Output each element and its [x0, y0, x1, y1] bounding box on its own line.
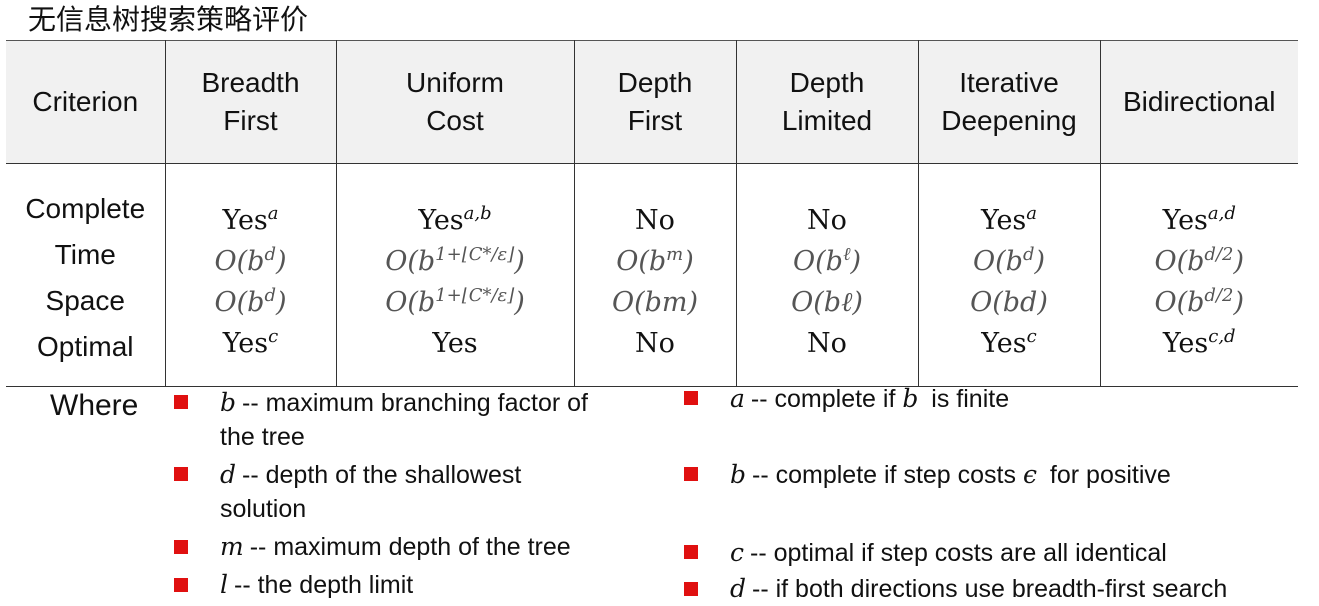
value-complete: Yesa,b	[418, 203, 492, 237]
bullet-icon	[684, 391, 698, 405]
header-iterative-deepening: Iterative Deepening	[917, 40, 1101, 164]
header-bidirectional: Bidirectional	[1099, 40, 1298, 164]
page-title: 无信息树搜索策略评价	[28, 3, 309, 36]
table-body-row: Complete Time Space Optimal Yesa O(bd) O(b…	[6, 163, 1298, 387]
bullet-icon	[174, 540, 188, 554]
header-breadth-first: Breadth First	[164, 40, 337, 164]
value-space: O(bd/2)	[1154, 285, 1245, 319]
value-space: O(bm)	[611, 287, 699, 318]
bullet-icon	[684, 582, 698, 596]
search-strategy-comparison-table: Criterion Breadth First Uniform Cost Depth…	[6, 40, 1298, 387]
values-iterative-deepening: Yesa O(bd) O(bd) Yesc	[917, 163, 1101, 387]
value-optimal: No	[807, 328, 847, 359]
value-optimal: Yesc	[981, 326, 1037, 360]
note-m: m -- maximum depth of the tree	[220, 532, 571, 561]
value-time: O(b1+⌊C*/ε⌋)	[385, 244, 525, 278]
note-b-right: b -- complete if step costs ϵ for positiv…	[730, 460, 1171, 489]
header-uniform-cost: Uniform Cost	[335, 40, 575, 164]
value-complete: No	[807, 205, 847, 236]
value-complete: Yesa	[980, 203, 1038, 237]
value-space: O(bd)	[970, 287, 1048, 318]
value-space: O(bℓ)	[791, 287, 863, 318]
bullet-icon	[684, 545, 698, 559]
note-d-right: d -- if both directions use breadth-first…	[730, 574, 1228, 603]
value-optimal: Yesc,d	[1162, 326, 1236, 360]
bullet-icon	[174, 578, 188, 592]
bullet-icon	[684, 467, 698, 481]
note-c: c -- optimal if step costs are all identi…	[730, 538, 1167, 567]
note-a: a -- complete if b is finite	[730, 384, 1010, 413]
value-complete: Yesa,d	[1162, 203, 1236, 237]
bullet-icon	[174, 467, 188, 481]
criteria-column: Complete Time Space Optimal	[6, 163, 166, 387]
note-l: l -- the depth limit	[220, 570, 414, 599]
value-time: O(bℓ)	[793, 244, 861, 278]
value-optimal: Yesc	[222, 326, 279, 360]
criterion-time: Time	[54, 239, 116, 270]
header-depth-first: Depth First	[573, 40, 737, 164]
value-time: O(bm)	[616, 244, 694, 278]
value-time: O(bd)	[214, 244, 287, 278]
criterion-complete: Complete	[25, 193, 146, 224]
where-label: Where	[50, 389, 139, 422]
header-depth-limited: Depth Limited	[735, 40, 919, 164]
criterion-optimal: Optimal	[37, 331, 134, 362]
header-criterion: Criterion	[6, 40, 166, 164]
value-complete: Yesa	[222, 203, 279, 237]
value-time: O(bd)	[972, 244, 1046, 278]
value-space: O(bd)	[214, 285, 287, 319]
value-optimal: No	[635, 328, 675, 359]
value-complete: No	[635, 205, 675, 236]
values-bidirectional: Yesa,d O(bd/2) O(bd/2) Yesc,d	[1099, 163, 1298, 387]
value-optimal: Yes	[432, 328, 478, 359]
criterion-space: Space	[45, 285, 125, 316]
table-header-row: Criterion Breadth First Uniform Cost Depth…	[6, 40, 1298, 164]
value-time: O(bd/2)	[1154, 244, 1245, 278]
values-depth-first: No O(bm) O(bm) No	[573, 163, 737, 387]
bullet-icon	[174, 395, 188, 409]
values-depth-limited: No O(bℓ) O(bℓ) No	[735, 163, 919, 387]
values-breadth-first: Yesa O(bd) O(bd) Yesc	[164, 163, 337, 387]
value-space: O(b1+⌊C*/ε⌋)	[385, 285, 525, 319]
values-uniform-cost: Yesa,b O(b1+⌊C*/ε⌋) O(b1+⌊C*/ε⌋) Yes	[335, 163, 575, 387]
note-d: d -- depth of the shallowest solution	[220, 460, 522, 523]
note-b: b -- maximum branching factor of the tree	[220, 388, 588, 451]
